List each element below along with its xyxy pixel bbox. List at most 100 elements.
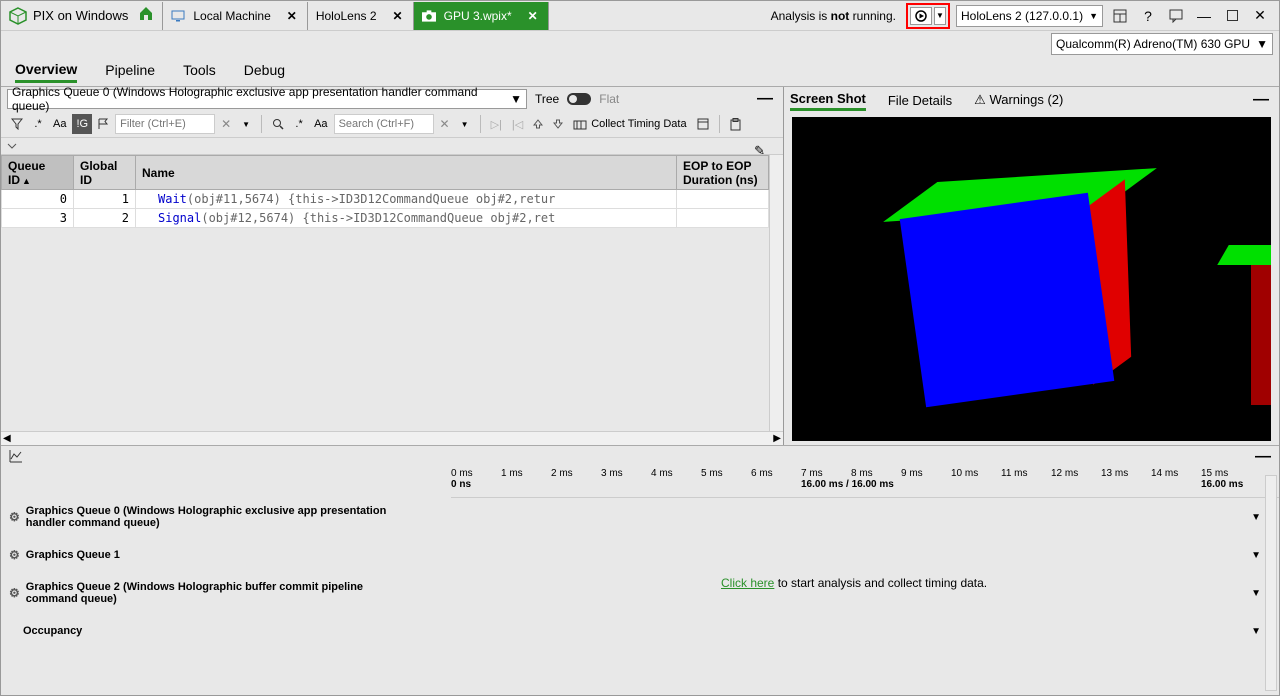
feedback-icon[interactable] [1165, 5, 1187, 27]
main-area: Graphics Queue 0 (Windows Holographic ex… [1, 87, 1279, 445]
separator [261, 115, 262, 133]
timeline-row-gq2[interactable]: ⚙Graphics Queue 2 (Windows Holographic b… [1, 574, 1279, 612]
clear-search-button[interactable]: ✕ [436, 114, 454, 134]
collapse-all-row[interactable] [1, 137, 783, 155]
chevron-down-icon[interactable]: ▼ [1251, 588, 1261, 599]
not-g-toggle[interactable]: !G [72, 114, 92, 134]
click-here-link[interactable]: Click here [721, 576, 774, 590]
regex-toggle[interactable]: .* [29, 114, 47, 134]
menu-debug[interactable]: Debug [244, 62, 285, 81]
clear-filter-button[interactable]: ✕ [217, 114, 235, 134]
case-toggle-2[interactable]: Aa [310, 114, 331, 134]
gear-icon[interactable]: ⚙ [9, 510, 20, 524]
timeline-ruler[interactable]: 0 ms0 ns 1 ms 2 ms 3 ms 4 ms 5 ms 6 ms 7… [451, 468, 1279, 498]
search-icon[interactable] [268, 114, 288, 134]
collect-timing-button[interactable]: Collect Timing Data [569, 114, 690, 134]
timing-config-icon[interactable] [693, 114, 713, 134]
filter-dropdown[interactable]: ▼ [237, 114, 255, 134]
col-name[interactable]: Name [136, 156, 677, 190]
maximize-button[interactable] [1221, 5, 1243, 27]
filter-icon[interactable] [7, 114, 27, 134]
close-icon[interactable]: ✕ [528, 9, 538, 23]
play-button[interactable] [910, 7, 932, 25]
events-table-wrap: Queue ID▲ Global ID Name EOP to EOP Dura… [1, 155, 783, 431]
gear-icon[interactable]: ⚙ [9, 586, 20, 600]
doc-tab-local-machine[interactable]: Local Machine ✕ [162, 2, 306, 30]
tab-file-details[interactable]: File Details [888, 91, 952, 110]
tree-label: Tree [535, 92, 559, 106]
scroll-left-icon[interactable]: ◀ [3, 433, 11, 444]
queue-select[interactable]: Graphics Queue 0 (Windows Holographic ex… [7, 89, 527, 109]
chevron-down-icon: ▼ [242, 120, 250, 129]
doc-tab-hololens2[interactable]: HoloLens 2 ✕ [307, 2, 413, 30]
edit-columns-icon[interactable]: ✎ [754, 143, 765, 159]
search-input[interactable] [334, 114, 434, 134]
timeline-row-gq1[interactable]: ⚙Graphics Queue 1 ▼ [1, 536, 1279, 574]
prev-draw-icon[interactable]: |◁ [508, 114, 527, 134]
timeline-row-occupancy[interactable]: Occupancy ▼ [1, 612, 1279, 650]
collapse-timeline-button[interactable]: — [1255, 448, 1271, 466]
case-toggle[interactable]: Aa [49, 114, 70, 134]
table-row[interactable]: 0 1 Wait(obj#11,5674) {this->ID3D12Comma… [2, 190, 769, 209]
queue-select-value: Graphics Queue 0 (Windows Holographic ex… [12, 85, 504, 113]
monitor-icon [171, 9, 185, 23]
app-title: PIX on Windows [33, 8, 128, 23]
layout-icon[interactable] [1109, 5, 1131, 27]
sort-asc-icon: ▲ [22, 176, 31, 186]
tab-warnings[interactable]: ⚠ Warnings (2) [974, 90, 1063, 110]
close-icon[interactable]: ✕ [393, 9, 403, 23]
device-select[interactable]: HoloLens 2 (127.0.0.1) ▼ [956, 5, 1103, 27]
timeline-vertical-scrollbar[interactable] [1265, 475, 1277, 691]
scroll-right-icon[interactable]: ▶ [773, 433, 781, 444]
events-pane: Graphics Queue 0 (Windows Holographic ex… [1, 87, 784, 445]
doc-tab-gpu3[interactable]: GPU 3.wpix* ✕ [413, 2, 549, 30]
chevron-down-icon: ▼ [510, 92, 522, 106]
tab-screenshot[interactable]: Screen Shot [790, 89, 866, 111]
gear-icon[interactable]: ⚙ [9, 548, 20, 562]
tree-flat-toggle[interactable] [567, 93, 591, 105]
menu-tools[interactable]: Tools [183, 62, 216, 81]
regex-toggle-2[interactable]: .* [290, 114, 308, 134]
col-duration[interactable]: EOP to EOP Duration (ns) [677, 156, 769, 190]
flag-icon[interactable] [94, 114, 113, 134]
close-button[interactable]: ✕ [1249, 5, 1271, 27]
warning-icon: ⚠ [974, 92, 986, 107]
chevron-down-icon: ▼ [1256, 37, 1268, 51]
timeline-pane: — 0 ms0 ns 1 ms 2 ms 3 ms 4 ms 5 ms 6 ms… [1, 445, 1279, 693]
search-dropdown[interactable]: ▼ [456, 114, 474, 134]
horizontal-scrollbar[interactable]: ◀ ▶ [1, 431, 783, 445]
chart-icon[interactable] [9, 449, 23, 466]
help-icon[interactable]: ? [1137, 5, 1159, 27]
minimize-button[interactable]: — [1193, 5, 1215, 27]
clipboard-icon[interactable] [726, 114, 745, 134]
titlebar: PIX on Windows Local Machine ✕ HoloLens … [1, 1, 1279, 31]
col-queue-id[interactable]: Queue ID▲ [2, 156, 74, 190]
next-draw-icon[interactable]: ▷| [487, 114, 506, 134]
up-arrow-icon[interactable] [529, 114, 547, 134]
menu-overview[interactable]: Overview [15, 61, 77, 83]
col-global-id[interactable]: Global ID [74, 156, 136, 190]
pix-app-icon [9, 7, 27, 25]
chevron-down-icon[interactable]: ▼ [1251, 512, 1261, 523]
chevron-down-icon[interactable]: ▼ [1251, 626, 1261, 637]
down-arrow-icon[interactable] [549, 114, 567, 134]
home-icon[interactable] [138, 5, 154, 26]
close-icon[interactable]: ✕ [287, 9, 297, 23]
chevron-down-icon: ▼ [936, 11, 944, 20]
table-row[interactable]: 3 2 Signal(obj#12,5674) {this->ID3D12Com… [2, 209, 769, 228]
gpu-select[interactable]: Qualcomm(R) Adreno(TM) 630 GPU ▼ [1051, 33, 1273, 55]
gpu-select-value: Qualcomm(R) Adreno(TM) 630 GPU [1056, 37, 1250, 51]
chevron-down-icon[interactable]: ▼ [1251, 550, 1261, 561]
collapse-pane-button[interactable]: — [757, 90, 773, 108]
menu-pipeline[interactable]: Pipeline [105, 62, 155, 81]
filter-input[interactable] [115, 114, 215, 134]
play-dropdown[interactable]: ▼ [934, 7, 946, 25]
doc-tab-label: Local Machine [193, 9, 270, 23]
timeline-header: — [1, 446, 1279, 468]
doc-tab-label: HoloLens 2 [316, 9, 377, 23]
vertical-scrollbar[interactable] [769, 155, 783, 431]
timeline-row-gq0[interactable]: ⚙Graphics Queue 0 (Windows Holographic e… [1, 498, 1279, 536]
cube2-top-face [1217, 245, 1271, 265]
collapse-details-button[interactable]: — [1253, 91, 1269, 109]
screenshot-viewport[interactable] [792, 117, 1271, 441]
